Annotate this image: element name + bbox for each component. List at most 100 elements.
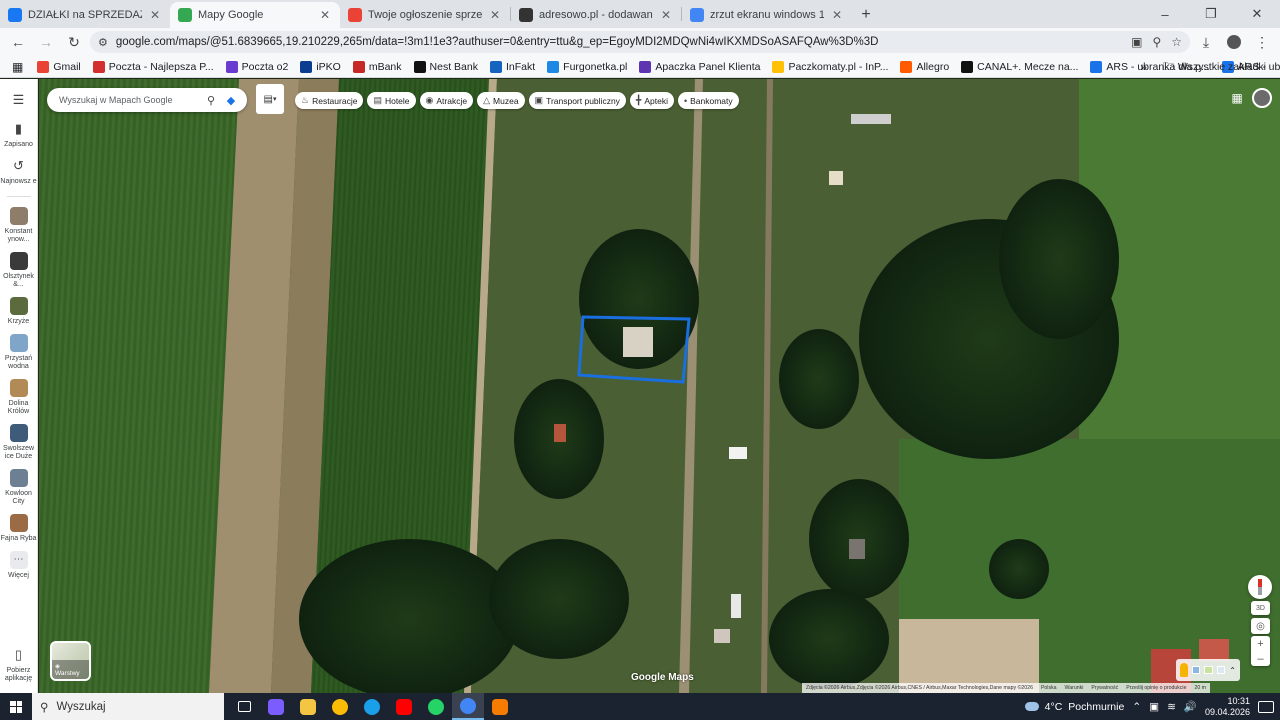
new-tab-button[interactable]: + bbox=[852, 2, 880, 28]
bookmark-item[interactable]: Allegro bbox=[894, 57, 955, 77]
menu-dots-icon[interactable]: ⋮ bbox=[1250, 30, 1274, 54]
satellite-map[interactable]: Wyszukaj w Mapach Google ⚲ ◆ ▤ ▾ ♨ Restaur… bbox=[39, 79, 1280, 693]
notifications-icon[interactable] bbox=[1258, 700, 1274, 713]
street-view-controls[interactable]: ⌃ bbox=[1176, 659, 1240, 681]
tray-chevron-icon[interactable]: ⌃ bbox=[1132, 701, 1141, 713]
satellite-imagery[interactable] bbox=[39, 79, 1280, 693]
bookmark-item[interactable]: Poczta - Najlepsza P... bbox=[87, 57, 220, 77]
zoom-in-icon[interactable]: + bbox=[1257, 638, 1263, 650]
taskbar-app[interactable] bbox=[484, 693, 516, 720]
attribution-link[interactable]: Prywatność bbox=[1091, 685, 1118, 691]
bookmark-item[interactable]: Paczkomaty.pl - InP... bbox=[766, 57, 894, 77]
back-icon[interactable]: ← bbox=[6, 30, 30, 54]
taskbar-app[interactable] bbox=[260, 693, 292, 720]
bookmark-item[interactable]: Nest Bank bbox=[408, 57, 484, 77]
layers-toggle[interactable]: ◈ Warstwy bbox=[50, 641, 91, 681]
account-avatar[interactable] bbox=[1252, 88, 1272, 108]
url-text[interactable]: google.com/maps/@51.6839665,19.210229,26… bbox=[116, 36, 1123, 48]
recent-place[interactable]: Swolszew ice Duże bbox=[0, 424, 38, 461]
profile-avatar[interactable] bbox=[1222, 30, 1246, 54]
zoom-out-icon[interactable]: – bbox=[1257, 653, 1263, 665]
photo-thumb[interactable] bbox=[1192, 666, 1201, 674]
restore-icon[interactable]: ❐ bbox=[1188, 0, 1234, 28]
reload-icon[interactable]: ↻ bbox=[62, 30, 86, 54]
category-chip[interactable]: △ Muzea bbox=[477, 92, 525, 109]
recent-place[interactable]: Kowloon City bbox=[0, 469, 38, 506]
category-chip[interactable]: ▣ Transport publiczny bbox=[528, 92, 626, 109]
browser-tab[interactable]: Mapy Google ✕ bbox=[170, 2, 340, 28]
more-bookmarks-icon[interactable]: » bbox=[1140, 60, 1147, 74]
forward-icon[interactable]: → bbox=[34, 30, 58, 54]
bookmark-item[interactable]: Poczta o2 bbox=[220, 57, 295, 77]
my-location-icon[interactable]: ◎ bbox=[1251, 618, 1270, 634]
bookmark-item[interactable]: Furgonetka.pl bbox=[541, 57, 633, 77]
category-chip[interactable]: ▤ Hotele bbox=[367, 92, 416, 109]
close-tab-icon[interactable]: ✕ bbox=[830, 8, 844, 22]
recent-place[interactable]: Fajna Ryba bbox=[0, 514, 38, 543]
category-chip[interactable]: ♨ Restauracje bbox=[295, 92, 364, 109]
category-chip[interactable]: ╋ Apteki bbox=[629, 92, 674, 109]
hotel-dates-button[interactable]: ▤ ▾ bbox=[256, 84, 284, 114]
tilt-3d-button[interactable]: 3D bbox=[1251, 601, 1270, 615]
recent-place[interactable]: Olsztynek &... bbox=[0, 252, 38, 289]
taskbar-app[interactable] bbox=[452, 693, 484, 720]
apps-grid-icon[interactable]: ▦ bbox=[6, 57, 29, 77]
taskbar-app[interactable] bbox=[292, 693, 324, 720]
compass-icon[interactable] bbox=[1248, 575, 1272, 599]
bookmark-item[interactable]: Apaczka Panel Klienta bbox=[633, 57, 766, 77]
all-bookmarks-folder[interactable]: 🗀 Wszystkie zakładki bbox=[1157, 57, 1272, 77]
menu-button[interactable]: ☰ bbox=[0, 91, 38, 112]
photo-thumb[interactable] bbox=[1204, 666, 1213, 674]
taskbar-app[interactable] bbox=[420, 693, 452, 720]
bookmark-item[interactable]: iPKO bbox=[294, 57, 347, 77]
recent-place[interactable]: Dolina Królów bbox=[0, 379, 38, 416]
rail-item[interactable]: ▮ Zapisano bbox=[0, 120, 38, 149]
close-tab-icon[interactable]: ✕ bbox=[488, 8, 502, 22]
browser-tab[interactable]: Twoje ogłoszenie sprzedaży nie ✕ bbox=[340, 2, 510, 28]
install-app-icon[interactable]: ▣ bbox=[1131, 35, 1142, 49]
search-input[interactable]: Wyszukaj w Mapach Google bbox=[59, 95, 199, 105]
recent-place[interactable]: Przystań wodna bbox=[0, 334, 38, 371]
taskbar-app[interactable] bbox=[388, 693, 420, 720]
taskbar-app[interactable] bbox=[228, 693, 260, 720]
taskbar-app[interactable] bbox=[356, 693, 388, 720]
downloads-icon[interactable]: ⤓ bbox=[1194, 30, 1218, 54]
bookmark-item[interactable]: CANAL+. Mecze na... bbox=[955, 57, 1084, 77]
browser-tab[interactable]: zrzut ekranu windows 11 - Szuk ✕ bbox=[682, 2, 852, 28]
close-tab-icon[interactable]: ✕ bbox=[318, 8, 332, 22]
bookmark-item[interactable]: mBank bbox=[347, 57, 408, 77]
zoom-icon[interactable]: ⚲ bbox=[1152, 35, 1161, 49]
wifi-icon[interactable]: ≋ bbox=[1167, 701, 1176, 713]
minimize-icon[interactable]: – bbox=[1142, 0, 1188, 28]
directions-icon[interactable]: ◆ bbox=[223, 94, 239, 107]
start-button[interactable] bbox=[0, 693, 32, 720]
expand-icon[interactable]: ⌃ bbox=[1229, 666, 1236, 675]
taskbar-app[interactable] bbox=[324, 693, 356, 720]
browser-tab[interactable]: adresowo.pl - dodawanie bezpł ✕ bbox=[511, 2, 681, 28]
category-chip[interactable]: ◉ Atrakcje bbox=[419, 92, 474, 109]
maps-search-box[interactable]: Wyszukaj w Mapach Google ⚲ ◆ bbox=[47, 88, 247, 112]
close-window-icon[interactable]: ✕ bbox=[1234, 0, 1280, 28]
google-apps-icon[interactable]: ▦ bbox=[1230, 91, 1244, 105]
weather-widget[interactable]: 4°C Pochmurnie bbox=[1024, 701, 1124, 713]
pegman-icon[interactable] bbox=[1180, 663, 1189, 677]
address-bar[interactable]: ⚙ google.com/maps/@51.6839665,19.210229,… bbox=[90, 31, 1190, 53]
attribution-link[interactable]: Polska bbox=[1041, 685, 1057, 691]
network-icon[interactable]: ▣ bbox=[1149, 701, 1159, 713]
search-icon[interactable]: ⚲ bbox=[203, 94, 219, 107]
volume-icon[interactable]: 🔊 bbox=[1184, 700, 1197, 713]
bookmark-star-icon[interactable]: ☆ bbox=[1171, 35, 1182, 49]
bookmark-item[interactable]: Gmail bbox=[31, 57, 86, 77]
close-tab-icon[interactable]: ✕ bbox=[148, 8, 162, 22]
bookmark-item[interactable]: InFakt bbox=[484, 57, 541, 77]
rail-item[interactable]: ↺ Najnowsz e bbox=[0, 157, 38, 186]
attribution-link[interactable]: Prześlij opinię o produkcie bbox=[1126, 685, 1186, 691]
recent-place[interactable]: Krzyże bbox=[0, 297, 38, 326]
more-button[interactable]: ⋯ Więcej bbox=[0, 551, 38, 580]
get-app-button[interactable]: ▯ Pobierz aplikację bbox=[0, 646, 38, 683]
taskbar-search[interactable]: ⚲ Wyszukaj bbox=[32, 693, 224, 720]
site-info-icon[interactable]: ⚙ bbox=[98, 36, 108, 49]
close-tab-icon[interactable]: ✕ bbox=[659, 8, 673, 22]
browser-tab[interactable]: DZIAŁKI na SPRZEDAŻ - woj. Łó ✕ bbox=[0, 2, 170, 28]
photo-thumb[interactable] bbox=[1216, 666, 1226, 674]
